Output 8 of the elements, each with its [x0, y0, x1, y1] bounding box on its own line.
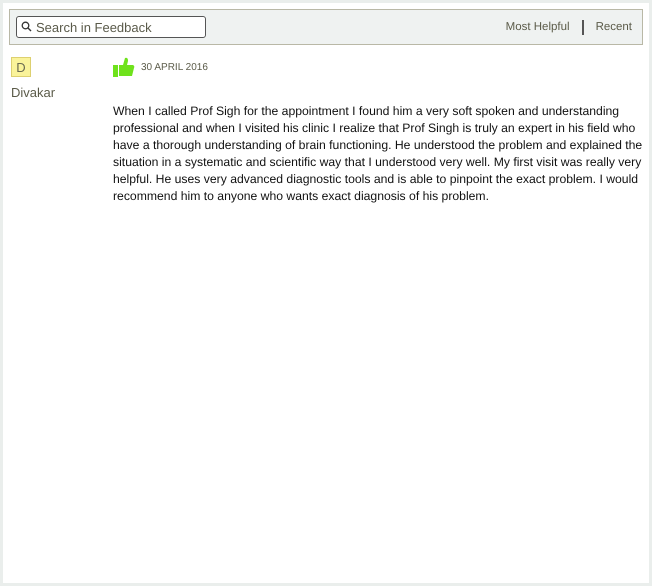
review-date: 30 APRIL 2016 [141, 62, 208, 72]
avatar-initial: D [11, 57, 31, 77]
sort-link[interactable]: Most Helpful [506, 21, 570, 33]
reviewer-name: Divakar [11, 85, 56, 100]
thumbs-up-icon [113, 57, 135, 77]
sort-link[interactable]: Recent [596, 21, 632, 33]
search-field[interactable]: Search in Feedback [16, 16, 206, 38]
review-text: When I called Prof Sigh for the appointment I found him a very soft spoken and understanding professional and when I visited his clinic I realize that Prof Singh is truly an expert in his field who have a thorough understanding of brain functioning. He understood the problem and explained the situation in a systematic and scientific way that I understood very well. My first visit was really very helpful. He uses very advanced diagnostic tools and is able to pinpoint the exact problem. I would recommend him to anyone who wants exact diagnosis of his problem. [113, 103, 643, 205]
